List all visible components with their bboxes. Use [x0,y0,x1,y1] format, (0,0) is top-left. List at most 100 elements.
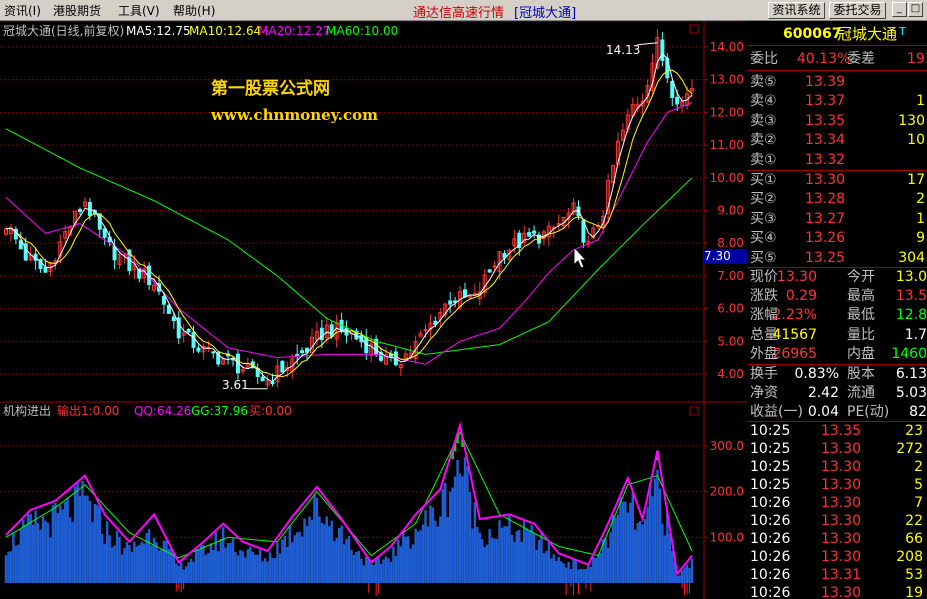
tick-time: 10:26 [750,585,791,599]
candle-body [556,223,561,226]
tick-price: 13.30 [821,585,862,599]
low-price-label: 3.61 [222,378,249,392]
indicator-bar [98,506,101,583]
indicator-gg: GG:37.96 [191,404,248,418]
bid-label: 买③ [750,210,777,227]
indicator-bar [110,547,114,583]
indicator-bar [78,495,82,583]
indicator-bar [624,501,627,583]
menu-help[interactable]: 帮助(H) [173,2,215,19]
indicator-bar [147,529,151,583]
tick-price: 13.30 [821,495,862,511]
indicator-bar [325,516,328,583]
indicator-bar [133,541,136,583]
indicator-bar [518,529,521,583]
indicator-bar [651,496,654,583]
indicator-bar [303,518,306,583]
bid-volume: 1 [916,210,925,227]
indicator-bar [135,546,138,583]
candle-body [43,267,48,273]
indicator-bar [688,567,691,583]
indicator-bar [91,522,94,583]
tick-price: 13.30 [821,513,862,529]
tick-row: 10:25 13.30 5 [747,476,927,495]
indicator-bar [382,559,385,583]
tick-time: 10:26 [750,549,791,565]
indicator-bar [587,565,590,583]
indicator-bar [167,548,171,583]
indicator-bar [236,555,240,583]
indicator-bar [616,514,620,583]
fin-label: 收益(一) [750,404,803,421]
indicator-bar [357,550,361,583]
indicator-bar [352,554,356,583]
tick-row: 10:25 13.30 272 [747,440,927,459]
indicator-bar [64,501,67,583]
indicator-bar [592,556,595,583]
quote-value: 2.23% [772,307,817,324]
bid-price: 13.26 [805,230,846,247]
indicator-bar [44,520,47,583]
indicator-bar [258,549,262,583]
candle-body [166,304,171,314]
indicator-bar [113,545,116,583]
indicator-bar [291,542,294,583]
quote-row: 涨幅 2.23% 最低 12.8 [747,306,927,325]
ask-volume: 10 [907,132,925,149]
tick-row: 10:26 13.30 7 [747,494,927,513]
indicator-bar [310,519,314,583]
indicator-bar [202,544,205,583]
indicator-bar [653,478,657,583]
indicator-bar [532,533,536,583]
indicator-bar [510,534,514,583]
indicator-bar [503,526,506,583]
indicator-bar [17,544,20,583]
indicator-bar [411,544,415,583]
trade-button[interactable]: 委托交易 [829,2,886,19]
indicator-bar [300,536,304,583]
tick-row: 10:25 13.35 23 [747,422,927,441]
candle-body [280,360,285,373]
indicator-bar [490,537,494,583]
tick-volume: 19 [905,585,923,599]
menu-info[interactable]: 资讯(I) [4,2,41,19]
maximize-icon[interactable]: □ [908,2,923,17]
price-tick-label: 9.00 [717,204,744,218]
fin-row: 收益(一) 0.04 PE(动) 82 [747,403,927,422]
indicator-bar [444,483,447,583]
quote-label-2: 内盘 [847,345,875,362]
indicator-bar [537,539,541,583]
tick-row: 10:26 13.30 66 [747,530,927,549]
menu-tools[interactable]: 工具(V) [118,2,160,19]
indicator-bar [12,532,15,583]
indicator-bar [71,522,74,583]
price-tick-label: 10.00 [710,171,744,185]
info-system-button[interactable]: 资讯系统 [768,2,825,19]
bid-volume: 304 [898,249,925,266]
candle-body [532,230,537,234]
fin-row: 换手 0.83% 股本 6.13 [747,365,927,384]
indicator-bar [493,538,496,583]
bid-label: 买④ [750,230,777,247]
indicator-bar [88,501,92,583]
menu-hk-futures[interactable]: 港股期货 [53,2,101,19]
indicator-bar [204,554,208,583]
indicator-bar [165,540,168,583]
ask-label: 卖⑤ [750,74,777,90]
tick-time: 10:25 [750,459,791,475]
candle-body [211,351,216,354]
indicator-bar [350,550,353,583]
indicator-bar [483,547,486,583]
indicator-bar [678,575,681,583]
candle-body [161,296,166,305]
ask-label: 卖③ [750,112,777,129]
indicator-bar [421,524,425,583]
minimize-icon[interactable]: _ [892,2,907,17]
indicator-bar [611,514,615,583]
indicator-bar [19,529,23,583]
tick-time: 10:25 [750,477,791,493]
indicator-bar [323,524,326,583]
indicator-bar [597,554,600,583]
bid-label: 买⑤ [750,249,777,266]
indicator-bar [513,542,516,583]
